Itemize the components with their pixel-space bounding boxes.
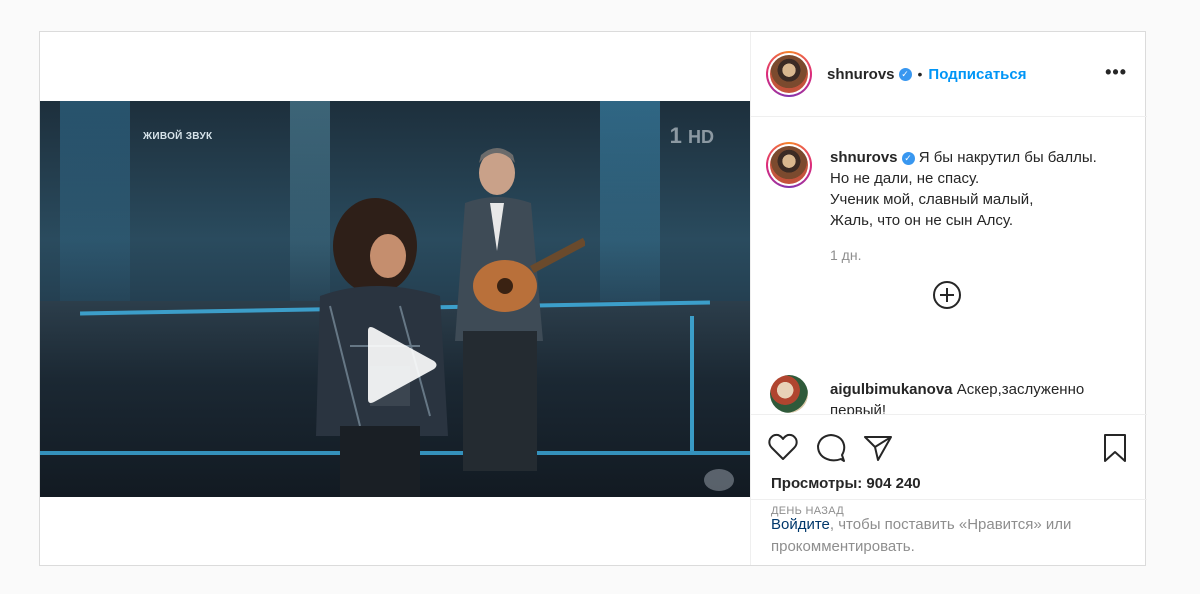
media-area: ЖИВОЙ ЗВУК 1 HD xyxy=(40,32,750,565)
guitarist-figure xyxy=(455,148,585,471)
comment-text: Аскер,заслуженно xyxy=(956,381,1085,398)
more-icon[interactable]: ••• xyxy=(1105,62,1127,83)
video-overlay-text: ЖИВОЙ ЗВУК xyxy=(143,131,213,142)
video-player[interactable]: ЖИВОЙ ЗВУК 1 HD xyxy=(40,101,750,497)
verified-icon: ✓ xyxy=(898,68,912,82)
channel-logo-number: 1 xyxy=(669,123,682,148)
login-prompt-text: прокомментировать. xyxy=(771,538,915,555)
login-prompt-text: , чтобы поставить «Нравится» или xyxy=(829,516,1072,533)
caption-text: Я бы накрутил бы баллы. xyxy=(918,149,1097,166)
commenter-username[interactable]: aigulbimukanova xyxy=(830,381,953,398)
views-count[interactable]: Просмотры: 904 240 xyxy=(771,475,921,492)
share-icon[interactable] xyxy=(863,434,893,462)
show-logo xyxy=(704,469,734,491)
post-sidebar: shnurovs ✓ • Подписаться ••• shnurovs ✓ Я бы… xyxy=(750,32,1147,565)
stage-edge-light xyxy=(690,316,694,451)
separator-dot: • xyxy=(917,66,923,82)
bookmark-icon[interactable] xyxy=(1103,433,1127,463)
caption-time[interactable]: 1 дн. xyxy=(830,247,1130,263)
channel-logo: 1 HD xyxy=(670,123,714,149)
caption-line: shnurovs ✓ Я бы накрутил бы баллы. xyxy=(830,147,1130,168)
header-user-line: shnurovs ✓ • Подписаться xyxy=(827,66,1027,84)
caption-username[interactable]: shnurovs xyxy=(830,149,898,166)
channel-logo-hd: HD xyxy=(688,127,714,147)
caption-avatar[interactable] xyxy=(766,142,812,188)
play-icon[interactable] xyxy=(362,325,438,405)
heart-icon[interactable] xyxy=(768,433,798,461)
post-header: shnurovs ✓ • Подписаться ••• xyxy=(751,32,1147,117)
caption-body: shnurovs ✓ Я бы накрутил бы баллы. Но не … xyxy=(830,147,1130,263)
comment-line: первый! xyxy=(830,402,887,414)
author-username[interactable]: shnurovs xyxy=(827,66,895,83)
follow-button[interactable]: Подписаться xyxy=(928,66,1026,83)
caption-line: Но не дали, не спасу. xyxy=(830,170,980,187)
post-card: ЖИВОЙ ЗВУК 1 HD shnurovs ✓ • Подписаться… xyxy=(39,31,1147,566)
caption-line: Жаль, что он не сын Алсу. xyxy=(830,212,1014,229)
comment-line: aigulbimukanova Аскер,заслуженно xyxy=(830,379,1130,400)
add-circle-icon[interactable] xyxy=(932,280,962,310)
comments-section: shnurovs ✓ Я бы накрутил бы баллы. Но не … xyxy=(751,118,1147,414)
login-prompt: Войдите, чтобы поставить «Нравится» или … xyxy=(751,499,1147,565)
verified-icon: ✓ xyxy=(901,151,915,165)
post-actions: Просмотры: 904 240 ДЕНЬ НАЗАД xyxy=(751,414,1147,517)
author-avatar[interactable] xyxy=(766,51,812,97)
commenter-avatar[interactable] xyxy=(770,375,808,413)
comment-icon[interactable] xyxy=(816,433,846,463)
caption-line: Ученик мой, славный малый, xyxy=(830,191,1034,208)
login-link[interactable]: Войдите xyxy=(771,516,830,533)
comment-body: aigulbimukanova Аскер,заслуженно первый! xyxy=(830,379,1130,414)
